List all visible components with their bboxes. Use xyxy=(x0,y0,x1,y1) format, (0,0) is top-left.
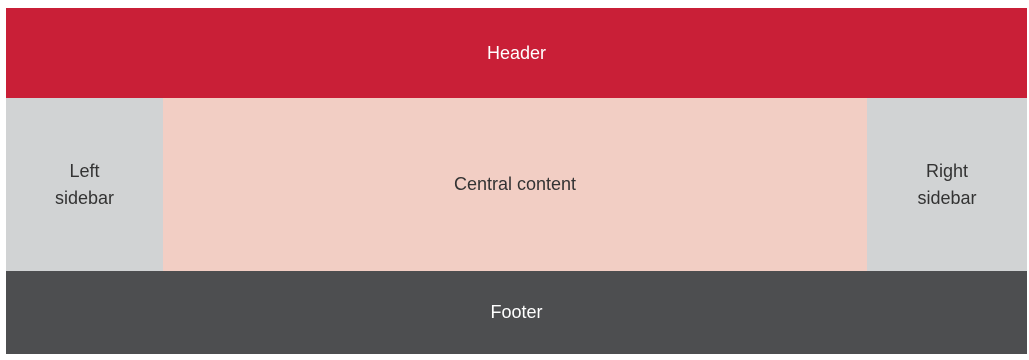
header-label: Header xyxy=(486,42,547,63)
central-content-label: Central content xyxy=(453,174,577,194)
header-region: Header xyxy=(6,8,1027,98)
right-sidebar-label: Right sidebar xyxy=(917,160,977,208)
page-layout-diagram: Header Left sidebar Central content Righ… xyxy=(6,8,1027,354)
left-sidebar-region: Left sidebar xyxy=(6,98,163,271)
footer-label: Footer xyxy=(490,302,543,322)
central-content-region: Central content xyxy=(163,98,867,271)
footer-region: Footer xyxy=(6,271,1027,354)
left-sidebar-label: Left sidebar xyxy=(54,160,115,208)
right-sidebar-region: Right sidebar xyxy=(867,98,1027,271)
